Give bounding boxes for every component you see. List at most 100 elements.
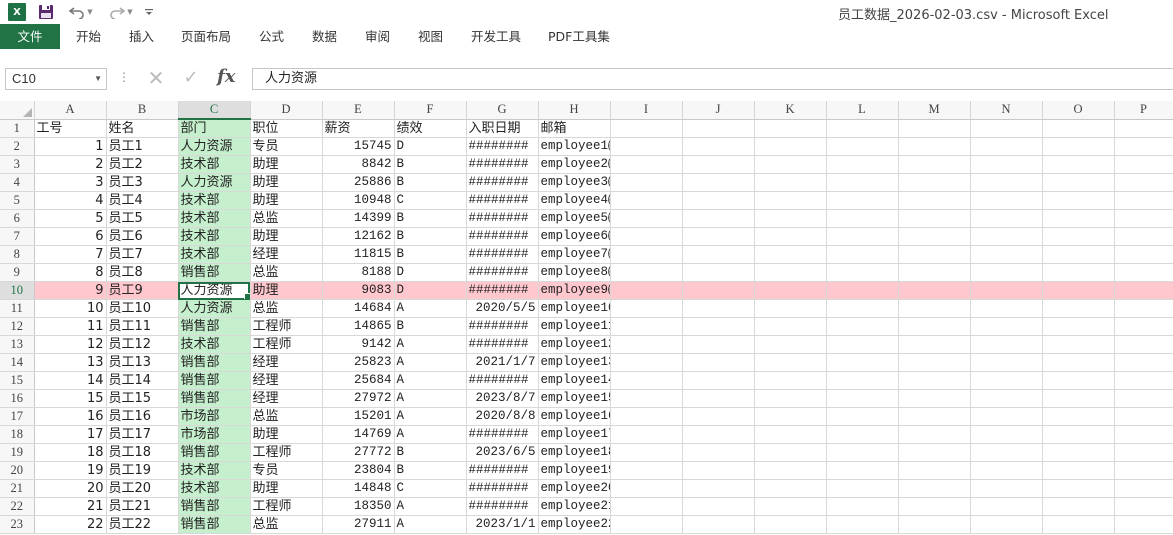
row-header[interactable]: 19 (0, 443, 35, 462)
grid-cell[interactable]: 经理 (250, 353, 323, 372)
grid-cell[interactable]: 员工12 (106, 335, 179, 354)
row-header[interactable]: 7 (0, 227, 35, 246)
grid-cell[interactable] (1042, 227, 1115, 246)
grid-cell[interactable] (826, 227, 899, 246)
grid-cell[interactable]: 8188 (322, 263, 395, 282)
grid-cell[interactable] (826, 371, 899, 390)
grid-cell[interactable]: 技术部 (178, 479, 251, 498)
grid-cell[interactable] (898, 353, 971, 372)
grid-cell[interactable]: B (394, 173, 467, 192)
grid-cell[interactable] (1042, 173, 1115, 192)
grid-cell[interactable]: 员工2 (106, 155, 179, 174)
row-header[interactable]: 16 (0, 389, 35, 408)
grid-cell[interactable] (754, 119, 827, 138)
customize-quick-access-button[interactable] (142, 3, 156, 21)
grid-cell[interactable]: 总监 (250, 299, 323, 318)
grid-cell[interactable] (970, 317, 1043, 336)
grid-cell[interactable] (610, 173, 683, 192)
grid-cell[interactable] (1042, 119, 1115, 138)
grid-cell[interactable]: A (394, 515, 467, 534)
grid-cell[interactable] (970, 245, 1043, 264)
grid-cell[interactable] (970, 353, 1043, 372)
grid-cell[interactable]: 销售部 (178, 263, 251, 282)
row-header[interactable]: 12 (0, 317, 35, 336)
grid-cell[interactable] (826, 245, 899, 264)
column-header[interactable]: E (322, 101, 395, 120)
grid-cell[interactable] (1114, 137, 1173, 156)
column-header[interactable]: G (466, 101, 539, 120)
grid-cell[interactable]: employee15@company.com (538, 389, 611, 408)
grid-cell[interactable]: A (394, 407, 467, 426)
grid-cell[interactable] (754, 227, 827, 246)
grid-cell[interactable] (1042, 407, 1115, 426)
column-header[interactable]: I (610, 101, 683, 120)
grid-cell[interactable]: 销售部 (178, 497, 251, 516)
row-header[interactable]: 2 (0, 137, 35, 156)
column-header[interactable]: C (178, 101, 251, 120)
grid-cell[interactable]: 技术部 (178, 227, 251, 246)
grid-cell[interactable]: 8 (34, 263, 107, 282)
grid-cell[interactable] (682, 173, 755, 192)
column-header[interactable]: L (826, 101, 899, 120)
grid-cell[interactable]: 2021/1/7 (466, 353, 539, 372)
grid-cell[interactable] (1114, 425, 1173, 444)
grid-cell[interactable]: 技术部 (178, 155, 251, 174)
grid-cell[interactable]: ######## (466, 191, 539, 210)
grid-cell[interactable] (610, 335, 683, 354)
grid-cell[interactable] (754, 209, 827, 228)
grid-cell[interactable] (898, 209, 971, 228)
grid-cell[interactable]: 员工11 (106, 317, 179, 336)
grid-cell[interactable]: 23804 (322, 461, 395, 480)
row-header[interactable]: 4 (0, 173, 35, 192)
column-header[interactable]: O (1042, 101, 1115, 120)
grid-cell[interactable] (682, 137, 755, 156)
grid-cell[interactable]: 工程师 (250, 443, 323, 462)
grid-cell[interactable] (1114, 497, 1173, 516)
grid-cell[interactable] (610, 299, 683, 318)
grid-cell[interactable]: 9142 (322, 335, 395, 354)
grid-cell[interactable] (826, 407, 899, 426)
grid-cell[interactable]: 员工4 (106, 191, 179, 210)
grid-cell[interactable] (970, 227, 1043, 246)
grid-cell[interactable] (682, 317, 755, 336)
grid-cell[interactable] (610, 191, 683, 210)
grid-cell[interactable] (1114, 515, 1173, 534)
grid-cell[interactable]: ######## (466, 263, 539, 282)
grid-cell[interactable] (898, 335, 971, 354)
grid-cell[interactable]: employee4@company.com (538, 191, 611, 210)
grid-cell[interactable]: 邮箱 (538, 119, 611, 138)
ribbon-tab[interactable]: PDF工具集 (548, 24, 610, 49)
grid-cell[interactable] (826, 335, 899, 354)
grid-cell[interactable] (610, 353, 683, 372)
grid-cell[interactable] (826, 461, 899, 480)
row-header[interactable]: 9 (0, 263, 35, 282)
grid-cell[interactable]: D (394, 281, 467, 300)
ribbon-tab[interactable]: 审阅 (365, 24, 390, 49)
grid-cell[interactable] (1042, 353, 1115, 372)
grid-cell[interactable]: 经理 (250, 371, 323, 390)
grid-cell[interactable] (898, 299, 971, 318)
grid-cell[interactable]: 14865 (322, 317, 395, 336)
grid-cell[interactable] (826, 209, 899, 228)
row-header[interactable]: 3 (0, 155, 35, 174)
grid-cell[interactable]: 8842 (322, 155, 395, 174)
cancel-icon[interactable]: ✕ (145, 67, 167, 89)
grid-cell[interactable] (970, 137, 1043, 156)
grid-cell[interactable] (682, 353, 755, 372)
grid-cell[interactable] (1042, 497, 1115, 516)
grid-cell[interactable] (970, 173, 1043, 192)
grid-cell[interactable] (1042, 335, 1115, 354)
grid-cell[interactable]: 10 (34, 299, 107, 318)
grid-cell[interactable]: ######## (466, 425, 539, 444)
grid-cell[interactable]: 3 (34, 173, 107, 192)
grid-cell[interactable] (610, 245, 683, 264)
grid-cell[interactable]: ######## (466, 155, 539, 174)
grid-cell[interactable] (610, 263, 683, 282)
grid-cell[interactable] (898, 245, 971, 264)
row-header[interactable]: 11 (0, 299, 35, 318)
grid-cell[interactable]: A (394, 353, 467, 372)
grid-cell[interactable]: B (394, 317, 467, 336)
grid-cell[interactable]: A (394, 389, 467, 408)
grid-cell[interactable] (610, 443, 683, 462)
grid-cell[interactable] (754, 371, 827, 390)
